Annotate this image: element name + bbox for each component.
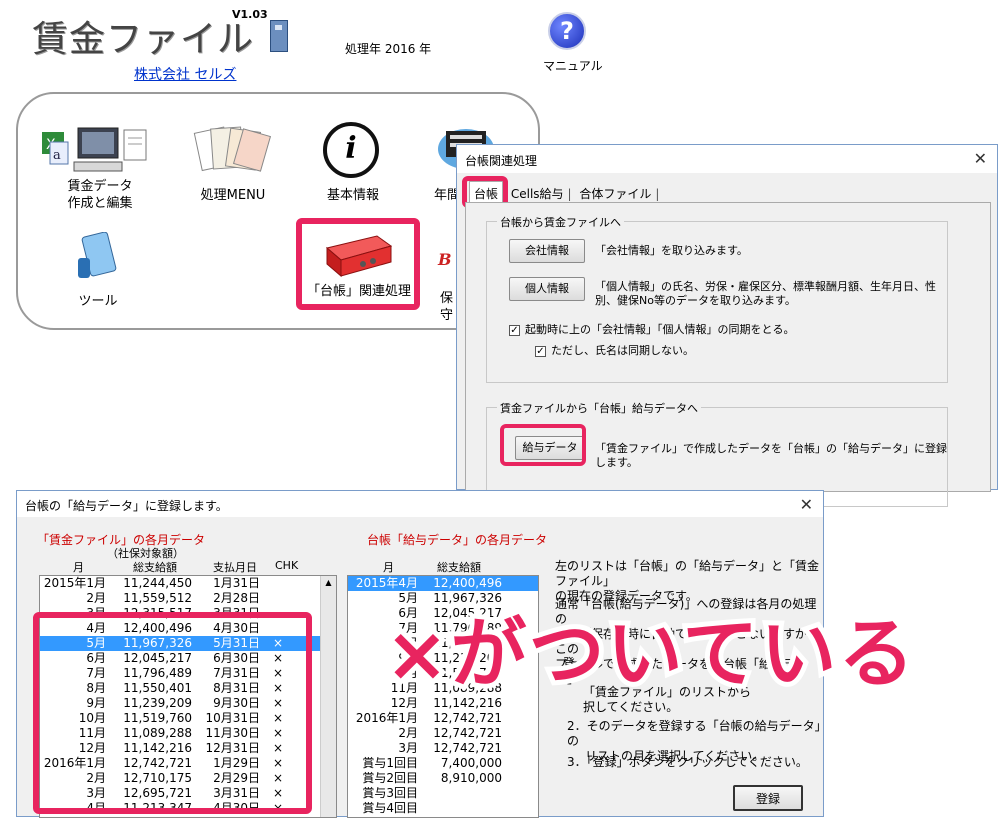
col-pay-date: 支払月日 — [213, 561, 257, 574]
book-icon — [270, 20, 288, 52]
col-month: 月 — [73, 561, 84, 574]
processing-year: 処理年 2016 年 — [345, 42, 432, 56]
cell-amount: 11,244,450 — [123, 576, 192, 590]
ledger-dialog-titlebar: 台帳関連処理 ✕ — [457, 145, 997, 173]
col-month-right: 月 — [383, 561, 394, 574]
close-icon[interactable]: ✕ — [974, 149, 987, 168]
list-scrollbar[interactable]: ▲ — [320, 576, 336, 817]
cell-amount: 11,559,512 — [123, 591, 192, 605]
cell-month: 賞与1回目 — [362, 756, 418, 770]
app-title: 賃金ファイル — [32, 19, 255, 60]
company-link[interactable]: 株式会社 セルズ — [134, 64, 236, 84]
name-sync-checkbox[interactable]: ✓ — [535, 346, 546, 357]
cell-amount: 8,910,000 — [440, 771, 502, 785]
overlay-caption: ×がついている — [380, 604, 919, 703]
cell-month: 賞与3回目 — [362, 786, 418, 800]
cell-amount: 12,742,721 — [433, 741, 502, 755]
cell-amount: 12,400,496 — [433, 576, 502, 590]
table-row[interactable]: 2015年1月 11,244,450 1月31日 — [40, 576, 336, 591]
computer-icon[interactable]: X a — [40, 124, 150, 176]
menu-label-processing: 処理MENU — [200, 188, 266, 203]
personal-info-desc: 「個人情報」の氏名、労保・雇保区分、標準報酬月額、生年月日、性 別、健保No等の… — [595, 280, 936, 307]
salary-button-highlight — [500, 424, 586, 466]
table-row[interactable]: 賞与1回目 7,400,000 — [348, 756, 538, 771]
ledger-data-heading: 台帳「給与データ」の各月データ — [367, 533, 548, 547]
cell-month: 2015年4月 — [355, 576, 418, 590]
salary-data-desc: 「賃金ファイル」で作成したデータを「台帳」の「給与データ」に登録します。 — [595, 442, 947, 469]
manual-label[interactable]: マニュアル — [543, 57, 603, 74]
svg-text:a: a — [53, 148, 61, 163]
cell-paydate: 1月31日 — [213, 576, 260, 590]
cell-month: 2015年1月 — [43, 576, 106, 590]
table-row[interactable]: 2016年1月 12,742,721 — [348, 711, 538, 726]
sync-checkbox[interactable]: ✓ — [509, 325, 520, 336]
personal-info-button[interactable]: 個人情報 — [509, 277, 585, 301]
ledger-to-wage-group: 台帳から賃金ファイルへ 会社情報 「会社情報」を取り込みます。 個人情報 「個人… — [486, 214, 948, 383]
step3-text: 3．「登録」ボタンをクリックしてください。 — [567, 755, 808, 769]
menu-label-tools: ツール — [78, 294, 118, 309]
checked-rows-highlight — [33, 612, 312, 814]
table-row[interactable]: 2015年4月 12,400,496 — [348, 576, 538, 591]
cell-month: 賞与2回目 — [362, 771, 418, 785]
ledger-dialog-title: 台帳関連処理 — [465, 154, 538, 168]
table-row[interactable]: 賞与3回目 — [348, 786, 538, 801]
version-label: V1.03 — [232, 8, 268, 21]
documents-icon[interactable] — [192, 124, 272, 174]
wage-to-ledger-title: 賃金ファイルから「台帳」給与データへ — [497, 400, 701, 416]
menu-label-ledger[interactable]: 「台帳」関連処理 — [304, 283, 414, 300]
company-info-desc: 「会社情報」を取り込みます。 — [595, 244, 748, 257]
cell-month: 賞与4回目 — [362, 801, 418, 815]
cell-month: 3月 — [398, 741, 418, 755]
table-row[interactable]: 賞与2回目 8,910,000 — [348, 771, 538, 786]
cell-amount: 12,742,721 — [433, 726, 502, 740]
cell-month: 2月 — [398, 726, 418, 740]
cell-month: 2月 — [86, 591, 106, 605]
col-total-pay-right: 総支給額 — [437, 561, 481, 574]
table-row[interactable]: 2月 12,742,721 — [348, 726, 538, 741]
register-dialog-title: 台帳の「給与データ」に登録します。 — [25, 499, 228, 513]
menu-label-basic-info: 基本情報 — [326, 188, 379, 203]
register-dialog-titlebar: 台帳の「給与データ」に登録します。 ✕ — [17, 491, 823, 517]
col-total-pay: 総支給額 — [133, 561, 177, 574]
ledger-to-wage-title: 台帳から賃金ファイルへ — [497, 214, 624, 230]
cell-amount: 12,742,721 — [433, 711, 502, 725]
cell-paydate: 2月28日 — [213, 591, 260, 605]
register-button[interactable]: 登録 — [733, 785, 803, 811]
help-icon[interactable]: ? — [548, 12, 586, 50]
table-row[interactable]: 3月 12,742,721 — [348, 741, 538, 756]
close-icon[interactable]: ✕ — [800, 495, 813, 514]
cell-month: 2016年1月 — [355, 711, 418, 725]
company-info-button[interactable]: 会社情報 — [509, 239, 585, 263]
menu-label-wage-data: 賃金データ 作成と編集 — [67, 179, 133, 211]
sync-checkbox-label: 起動時に上の「会社情報」「個人情報」の同期をとる。 — [525, 323, 795, 336]
table-row[interactable]: 2月 11,559,512 2月28日 — [40, 591, 336, 606]
col-chk: CHK — [275, 559, 299, 572]
name-sync-checkbox-label: ただし、氏名は同期しない。 — [551, 344, 694, 357]
cell-amount: 7,400,000 — [440, 756, 502, 770]
table-row[interactable]: 賞与4回目 — [348, 801, 538, 816]
binder-icon[interactable] — [323, 232, 395, 278]
info-icon[interactable]: i — [323, 122, 379, 178]
scroll-up-icon[interactable]: ▲ — [321, 578, 336, 587]
tool-icon[interactable] — [72, 231, 124, 282]
